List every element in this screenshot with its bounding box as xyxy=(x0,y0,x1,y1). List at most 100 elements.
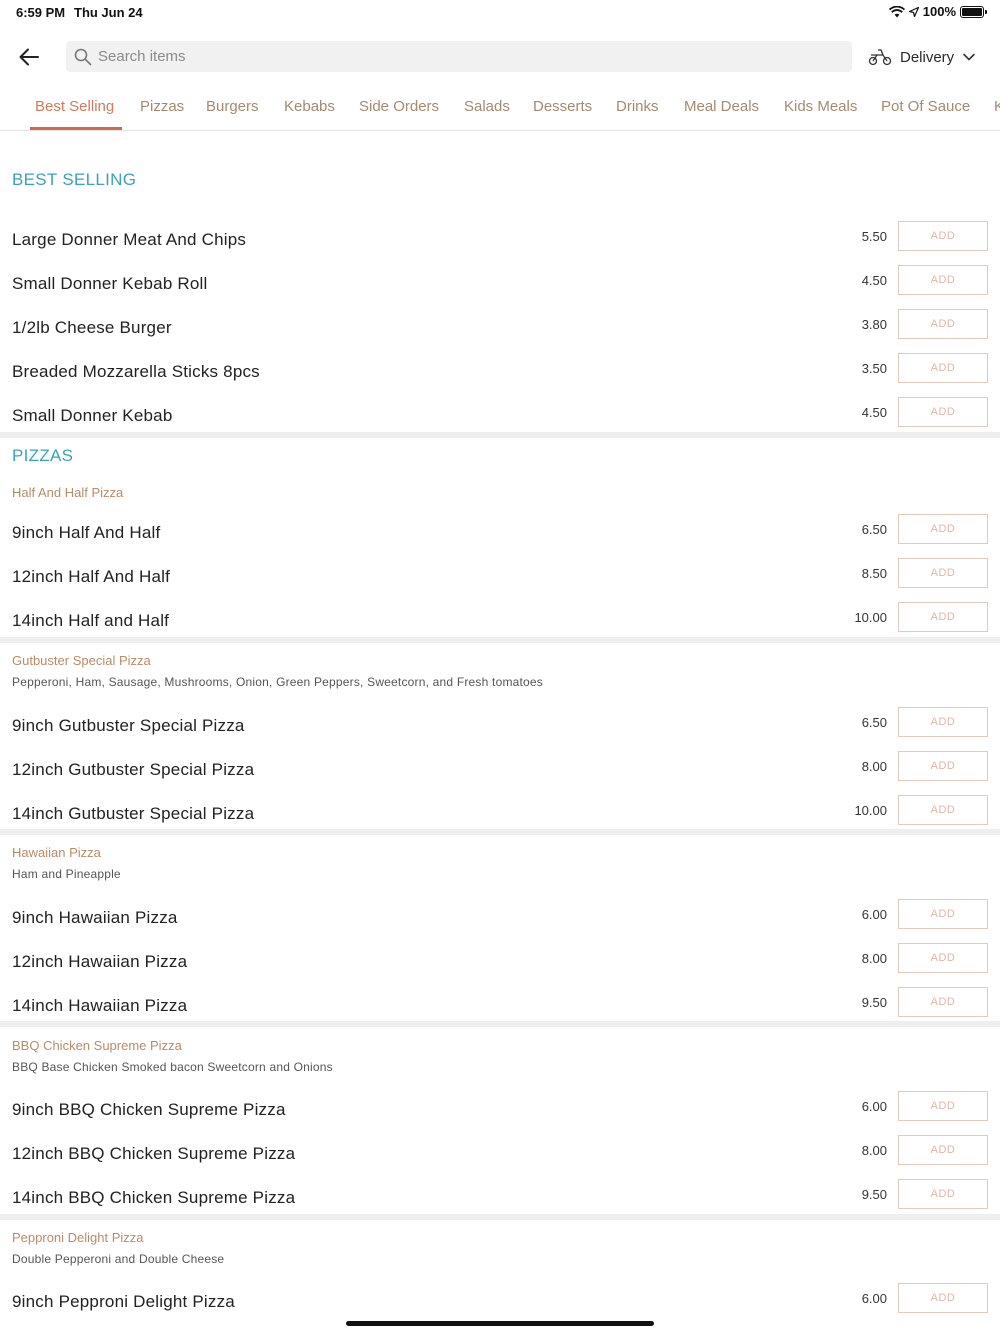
add-button[interactable]: ADD xyxy=(898,602,988,632)
group-title: Half And Half Pizza xyxy=(12,485,124,500)
item-price: 8.00 xyxy=(861,1143,887,1158)
add-button[interactable]: ADD xyxy=(898,221,988,251)
section-divider xyxy=(0,432,1000,438)
battery-percent: 100% xyxy=(922,4,956,19)
chevron-down-icon xyxy=(963,53,975,61)
delivery-label: Delivery xyxy=(900,48,955,66)
status-time: 6:59 PM xyxy=(16,5,66,20)
item-name: 14inch Half and Half xyxy=(12,611,170,630)
item-price: 4.50 xyxy=(861,273,887,288)
menu-item: 9inch BBQ Chicken Supreme Pizza 6.00 ADD xyxy=(0,1088,1000,1132)
active-tab-indicator xyxy=(30,127,122,130)
add-button[interactable]: ADD xyxy=(898,943,988,973)
search-input[interactable] xyxy=(98,48,798,65)
tab-desserts[interactable]: Desserts xyxy=(533,98,592,115)
menu-item: 9inch Hawaiian Pizza 6.00 ADD xyxy=(0,896,1000,940)
menu-item: 1/2lb Cheese Burger 3.80 ADD xyxy=(0,306,1000,350)
status-bar: 6:59 PM Thu Jun 24 100% xyxy=(0,0,1000,26)
group-title: Gutbuster Special Pizza xyxy=(12,653,151,668)
tab-pizzas[interactable]: Pizzas xyxy=(140,98,184,115)
search-bar[interactable] xyxy=(66,41,852,72)
item-name: Large Donner Meat And Chips xyxy=(12,230,247,249)
item-name: 12inch Hawaiian Pizza xyxy=(12,952,188,971)
menu-item: Small Donner Kebab Roll 4.50 ADD xyxy=(0,262,1000,306)
group-description: Pepperoni, Ham, Sausage, Mushrooms, Onio… xyxy=(12,675,543,689)
group-description: Double Pepperoni and Double Cheese xyxy=(12,1252,225,1266)
item-name: 9inch Pepproni Delight Pizza xyxy=(12,1292,235,1311)
item-name: 14inch Hawaiian Pizza xyxy=(12,996,188,1015)
search-icon xyxy=(74,48,92,65)
item-name: 14inch Gutbuster Special Pizza xyxy=(12,804,255,823)
add-button[interactable]: ADD xyxy=(898,353,988,383)
tab-best-selling[interactable]: Best Selling xyxy=(35,98,114,115)
item-price: 8.50 xyxy=(861,566,887,581)
tab-meal-deals[interactable]: Meal Deals xyxy=(684,98,759,115)
item-price: 6.50 xyxy=(861,715,887,730)
item-name: 9inch Hawaiian Pizza xyxy=(12,908,178,927)
tab-kids-meals[interactable]: Kids Meals xyxy=(784,98,857,115)
group-title: Pepproni Delight Pizza xyxy=(12,1230,144,1245)
battery-icon xyxy=(960,5,987,18)
group-divider xyxy=(0,637,1000,643)
item-price: 8.00 xyxy=(861,759,887,774)
add-button[interactable]: ADD xyxy=(898,1179,988,1209)
category-tabs: Best Selling Pizzas Burgers Kebabs Side … xyxy=(0,86,1000,131)
menu-item: 9inch Half And Half 6.50 ADD xyxy=(0,511,1000,555)
tab-overflow[interactable]: K xyxy=(994,98,1000,115)
tab-drinks[interactable]: Drinks xyxy=(616,98,659,115)
item-name: 14inch BBQ Chicken Supreme Pizza xyxy=(12,1188,296,1207)
add-button[interactable]: ADD xyxy=(898,514,988,544)
wifi-icon xyxy=(888,5,905,17)
menu-item: 9inch Gutbuster Special Pizza 6.50 ADD xyxy=(0,704,1000,748)
delivery-selector[interactable]: Delivery xyxy=(868,42,976,72)
add-button[interactable]: ADD xyxy=(898,265,988,295)
section-title-pizzas: PIZZAS xyxy=(12,446,74,465)
menu-item: 12inch Gutbuster Special Pizza 8.00 ADD xyxy=(0,748,1000,792)
item-name: 1/2lb Cheese Burger xyxy=(12,318,172,337)
add-button[interactable]: ADD xyxy=(898,1091,988,1121)
back-button[interactable] xyxy=(14,42,44,72)
item-price: 6.50 xyxy=(861,522,887,537)
back-arrow-icon xyxy=(19,48,39,66)
item-name: Small Donner Kebab xyxy=(12,406,173,425)
item-name: Small Donner Kebab Roll xyxy=(12,274,208,293)
tab-kebabs[interactable]: Kebabs xyxy=(284,98,335,115)
add-button[interactable]: ADD xyxy=(898,899,988,929)
item-name: 12inch Half And Half xyxy=(12,567,171,586)
add-button[interactable]: ADD xyxy=(898,707,988,737)
item-name: 9inch BBQ Chicken Supreme Pizza xyxy=(12,1100,286,1119)
tab-burgers[interactable]: Burgers xyxy=(206,98,259,115)
tab-pot-of-sauce[interactable]: Pot Of Sauce xyxy=(881,98,970,115)
add-button[interactable]: ADD xyxy=(898,309,988,339)
item-price: 4.50 xyxy=(861,405,887,420)
add-button[interactable]: ADD xyxy=(898,1283,988,1313)
item-price: 3.80 xyxy=(861,317,887,332)
item-price: 10.00 xyxy=(854,610,887,625)
item-price: 6.00 xyxy=(861,1291,887,1306)
menu-item: 12inch BBQ Chicken Supreme Pizza 8.00 AD… xyxy=(0,1132,1000,1176)
group-divider xyxy=(0,1021,1000,1027)
add-button[interactable]: ADD xyxy=(898,987,988,1017)
add-button[interactable]: ADD xyxy=(898,1135,988,1165)
menu-item: 12inch Hawaiian Pizza 8.00 ADD xyxy=(0,940,1000,984)
home-indicator[interactable] xyxy=(346,1321,654,1326)
menu-item: 12inch Half And Half 8.50 ADD xyxy=(0,555,1000,599)
item-name: 12inch BBQ Chicken Supreme Pizza xyxy=(12,1144,296,1163)
location-arrow-icon xyxy=(908,6,919,17)
section-title-best-selling: BEST SELLING xyxy=(12,170,137,189)
add-button[interactable]: ADD xyxy=(898,558,988,588)
item-price: 3.50 xyxy=(861,361,887,376)
item-price: 6.00 xyxy=(861,1099,887,1114)
header: Delivery xyxy=(0,34,1000,80)
add-button[interactable]: ADD xyxy=(898,751,988,781)
group-title: Hawaiian Pizza xyxy=(12,845,101,860)
add-button[interactable]: ADD xyxy=(898,795,988,825)
tab-side-orders[interactable]: Side Orders xyxy=(359,98,439,115)
group-description: Ham and Pineapple xyxy=(12,867,121,881)
item-price: 10.00 xyxy=(854,803,887,818)
item-name: 12inch Gutbuster Special Pizza xyxy=(12,760,255,779)
item-price: 8.00 xyxy=(861,951,887,966)
add-button[interactable]: ADD xyxy=(898,397,988,427)
status-date: Thu Jun 24 xyxy=(74,5,143,20)
tab-salads[interactable]: Salads xyxy=(464,98,510,115)
